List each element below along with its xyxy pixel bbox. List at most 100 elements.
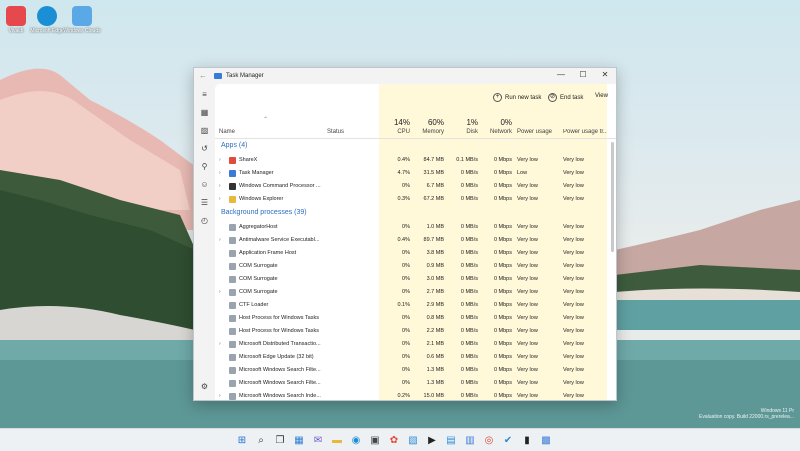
disk-percent[interactable]: 1%: [447, 118, 478, 127]
media-icon[interactable]: ▶: [424, 432, 440, 448]
power-trend-value: Very low: [563, 196, 584, 202]
process-row[interactable]: COM Surrogate 0% 3.0 MB 0 MB/s 0 Mbps Very lo…: [215, 273, 607, 286]
sharex-icon[interactable]: ✿: [386, 432, 402, 448]
task-manager-icon[interactable]: ▩: [538, 432, 554, 448]
memory-percent[interactable]: 60%: [413, 118, 444, 127]
minimize-button[interactable]: —: [550, 68, 572, 82]
run-new-task-button[interactable]: + Run new task: [493, 93, 541, 102]
expand-chevron-icon[interactable]: ›: [219, 183, 221, 189]
photos-icon[interactable]: ▧: [405, 432, 421, 448]
column-disk[interactable]: Disk: [447, 129, 478, 135]
process-row[interactable]: › Microsoft Distributed Transactio... 0% 2.…: [215, 338, 607, 351]
process-row[interactable]: › Microsoft Windows Search Inde... 0.2% 15.…: [215, 390, 607, 400]
sort-chevron-icon[interactable]: ⌃: [263, 116, 268, 123]
process-row[interactable]: Microsoft Windows Search Filte... 0% 1.3 M…: [215, 377, 607, 390]
memory-value: 1.0 MB: [426, 224, 444, 230]
process-row[interactable]: › Windows Explorer 0.3% 67.2 MB 0 MB/s 0 Mbps…: [215, 193, 607, 206]
process-row[interactable]: AggregatorHost 0% 1.0 MB 0 MB/s 0 Mbps Very l…: [215, 221, 607, 234]
power-trend-value: Very low: [563, 393, 584, 399]
group-apps[interactable]: Apps (4): [215, 139, 607, 153]
power-trend-value: Very low: [563, 263, 584, 269]
scrollbar[interactable]: [611, 142, 614, 252]
close-button[interactable]: ✕: [594, 68, 616, 82]
power-trend-value: Very low: [563, 276, 584, 282]
process-row[interactable]: COM Surrogate 0% 0.9 MB 0 MB/s 0 Mbps Very lo…: [215, 260, 607, 273]
windows-start-icon[interactable]: ⊞: [234, 432, 250, 448]
power-usage-value: Very low: [517, 289, 538, 295]
power-trend-value: Very low: [563, 367, 584, 373]
process-name: Antimalware Service Executabl...: [239, 237, 320, 243]
store-icon[interactable]: ▣: [367, 432, 383, 448]
cpu-value: 4.7%: [397, 170, 410, 176]
desktop-icon-windows-clouds[interactable]: Windows Clouds: [62, 6, 102, 34]
disk-value: 0 MB/s: [460, 315, 478, 321]
memory-value: 6.7 MB: [426, 183, 444, 189]
column-memory[interactable]: Memory: [413, 129, 444, 135]
network-percent[interactable]: 0%: [481, 118, 512, 127]
chat-icon[interactable]: ✉: [310, 432, 326, 448]
widgets-icon[interactable]: ▦: [291, 432, 307, 448]
memory-value: 3.0 MB: [426, 276, 444, 282]
power-usage-value: Very low: [517, 157, 538, 163]
chrome-icon[interactable]: ◎: [481, 432, 497, 448]
settings-gear-icon[interactable]: ⚙: [200, 382, 209, 391]
title-bar[interactable]: ← Task Manager — ☐ ✕: [194, 68, 616, 84]
process-row[interactable]: › Task Manager 4.7% 31.5 MB 0 MB/s 0 Mbps Low V…: [215, 167, 607, 180]
back-arrow-icon[interactable]: ←: [199, 71, 207, 80]
edge-icon[interactable]: ◉: [348, 432, 364, 448]
terminal-icon[interactable]: ▮: [519, 432, 535, 448]
details-icon[interactable]: ☰: [200, 198, 209, 207]
performance-icon[interactable]: ▨: [200, 126, 209, 135]
column-network[interactable]: Network: [481, 129, 512, 135]
disk-value: 0 MB/s: [460, 276, 478, 282]
app-history-icon[interactable]: ↺: [200, 144, 209, 153]
maximize-button[interactable]: ☐: [572, 68, 594, 82]
processes-icon[interactable]: ▦: [200, 108, 209, 117]
column-cpu[interactable]: CPU: [379, 129, 410, 135]
users-icon[interactable]: ☺: [200, 180, 209, 189]
column-power-usage-trend[interactable]: Power usage tr...: [563, 129, 607, 135]
process-row[interactable]: Host Process for Windows Tasks 0% 0.8 MB 0 …: [215, 312, 607, 325]
search-icon[interactable]: ⌕: [253, 432, 269, 448]
view-button[interactable]: View: [595, 93, 608, 99]
process-row[interactable]: › COM Surrogate 0% 2.7 MB 0 MB/s 0 Mbps Very l…: [215, 286, 607, 299]
process-icon: [229, 237, 236, 244]
process-row[interactable]: Application Frame Host 0% 3.8 MB 0 MB/s 0 Mb…: [215, 247, 607, 260]
todo-icon[interactable]: ✔: [500, 432, 516, 448]
network-value: 0 Mbps: [493, 224, 512, 230]
process-row[interactable]: Microsoft Windows Search Filte... 0% 1.3 M…: [215, 364, 607, 377]
services-icon[interactable]: ◴: [200, 216, 209, 225]
column-power-usage[interactable]: Power usage: [517, 129, 552, 135]
power-trend-value: Very low: [563, 341, 584, 347]
process-row[interactable]: CTF Loader 0.1% 2.9 MB 0 MB/s 0 Mbps Very low…: [215, 299, 607, 312]
calendar-icon[interactable]: ▥: [462, 432, 478, 448]
cpu-percent[interactable]: 14%: [379, 118, 410, 127]
memory-value: 2.2 MB: [426, 328, 444, 334]
column-status[interactable]: Status: [327, 129, 344, 135]
notes-icon[interactable]: ▤: [443, 432, 459, 448]
cpu-value: 0.1%: [397, 302, 410, 308]
expand-chevron-icon[interactable]: ›: [219, 196, 221, 202]
expand-chevron-icon[interactable]: ›: [219, 237, 221, 243]
expand-chevron-icon[interactable]: ›: [219, 289, 221, 295]
hamburger-menu-icon[interactable]: ≡: [200, 90, 209, 99]
expand-chevron-icon[interactable]: ›: [219, 170, 221, 176]
process-row[interactable]: › ShareX 0.4% 84.7 MB 0.1 MB/s 0 Mbps Very low…: [215, 154, 607, 167]
end-task-button[interactable]: ⊘ End task: [548, 93, 583, 102]
group-background[interactable]: Background processes (39): [215, 206, 607, 220]
column-name[interactable]: Name: [219, 129, 235, 135]
network-value: 0 Mbps: [493, 302, 512, 308]
cpu-value: 0%: [402, 328, 410, 334]
power-usage-value: Very low: [517, 237, 538, 243]
process-row[interactable]: Microsoft Edge Update (32 bit) 0% 0.6 MB 0 …: [215, 351, 607, 364]
process-row[interactable]: Host Process for Windows Tasks 0% 2.2 MB 0 …: [215, 325, 607, 338]
file-explorer-icon[interactable]: ▬: [329, 432, 345, 448]
desktop-icon-edge[interactable]: Microsoft Edge: [27, 6, 67, 34]
process-row[interactable]: › Antimalware Service Executabl... 0.4% 89.…: [215, 234, 607, 247]
expand-chevron-icon[interactable]: ›: [219, 393, 221, 399]
expand-chevron-icon[interactable]: ›: [219, 341, 221, 347]
expand-chevron-icon[interactable]: ›: [219, 157, 221, 163]
startup-apps-icon[interactable]: ⚲: [200, 162, 209, 171]
process-row[interactable]: › Windows Command Processor ... 0% 6.7 MB 0 …: [215, 180, 607, 193]
task-view-icon[interactable]: ❐: [272, 432, 288, 448]
